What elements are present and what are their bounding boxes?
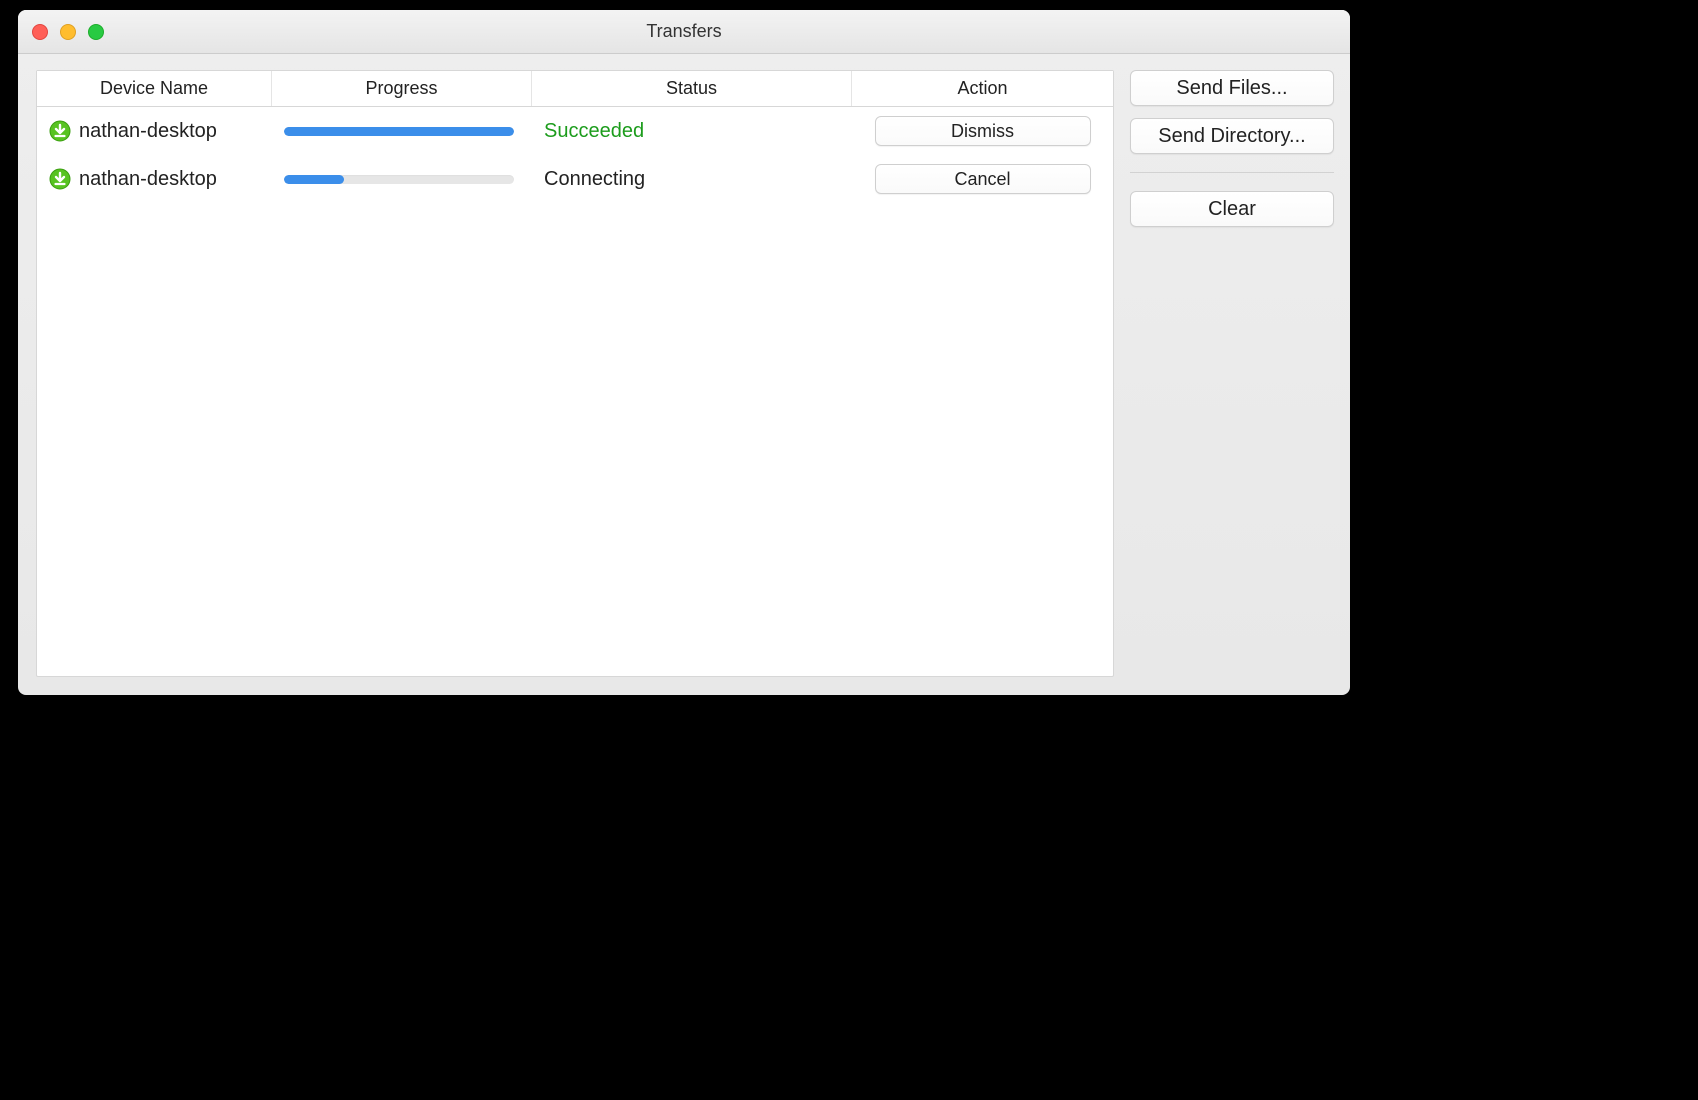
- device-name: nathan-desktop: [79, 120, 217, 143]
- table-body[interactable]: nathan-desktop Succeeded Dismiss: [37, 107, 1113, 676]
- progress-bar: [284, 175, 514, 184]
- send-directory-button[interactable]: Send Directory...: [1130, 118, 1334, 154]
- action-cell: Cancel: [858, 164, 1107, 194]
- sidebar: Send Files... Send Directory... Clear: [1114, 54, 1350, 695]
- window-content: Device Name Progress Status Action: [18, 54, 1350, 695]
- titlebar[interactable]: Transfers: [18, 10, 1350, 54]
- transfers-table: Device Name Progress Status Action: [36, 70, 1114, 677]
- table-row[interactable]: nathan-desktop Connecting Cancel: [37, 155, 1113, 203]
- download-icon: [49, 168, 71, 190]
- column-header-device[interactable]: Device Name: [37, 71, 272, 106]
- minimize-window-button[interactable]: [60, 24, 76, 40]
- transfers-window: Transfers Device Name Progress Status Ac…: [18, 10, 1350, 695]
- window-title: Transfers: [646, 21, 721, 42]
- action-cell: Dismiss: [858, 116, 1107, 146]
- column-header-action[interactable]: Action: [852, 71, 1113, 106]
- send-files-button[interactable]: Send Files...: [1130, 70, 1334, 106]
- table-row[interactable]: nathan-desktop Succeeded Dismiss: [37, 107, 1113, 155]
- progress-cell: [278, 175, 538, 184]
- download-icon: [49, 120, 71, 142]
- status-cell: Connecting: [538, 168, 858, 191]
- device-cell: nathan-desktop: [43, 120, 278, 143]
- traffic-lights: [32, 24, 104, 40]
- clear-button[interactable]: Clear: [1130, 191, 1334, 227]
- progress-fill: [284, 127, 514, 136]
- maximize-window-button[interactable]: [88, 24, 104, 40]
- status-cell: Succeeded: [538, 120, 858, 143]
- progress-bar: [284, 127, 514, 136]
- device-name: nathan-desktop: [79, 168, 217, 191]
- divider: [1130, 172, 1334, 173]
- cancel-button[interactable]: Cancel: [875, 164, 1091, 194]
- close-window-button[interactable]: [32, 24, 48, 40]
- progress-fill: [284, 175, 344, 184]
- column-header-status[interactable]: Status: [532, 71, 852, 106]
- column-header-progress[interactable]: Progress: [272, 71, 532, 106]
- progress-cell: [278, 127, 538, 136]
- table-header: Device Name Progress Status Action: [37, 71, 1113, 107]
- dismiss-button[interactable]: Dismiss: [875, 116, 1091, 146]
- device-cell: nathan-desktop: [43, 168, 278, 191]
